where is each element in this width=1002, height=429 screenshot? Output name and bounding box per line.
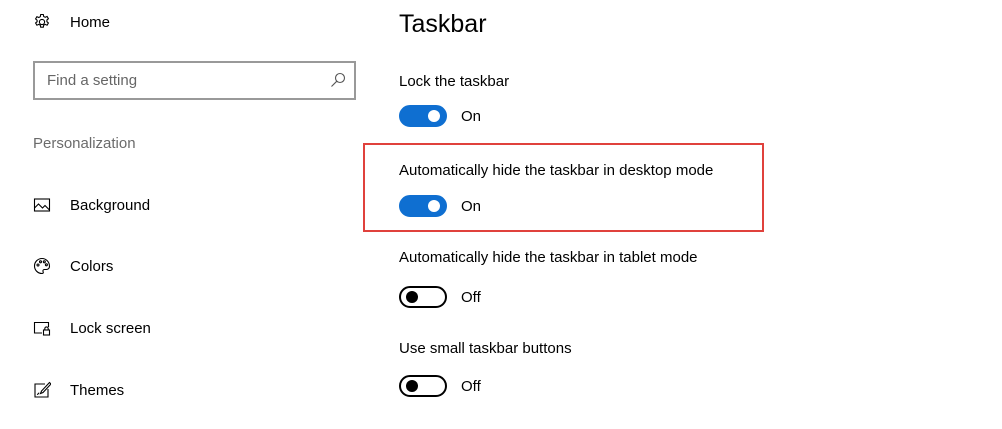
themes-icon	[34, 381, 51, 398]
page-title: Taskbar	[399, 10, 487, 38]
setting-label-lock-taskbar: Lock the taskbar	[399, 73, 510, 90]
search-box[interactable]	[33, 61, 356, 100]
setting-small-buttons: Off	[399, 374, 481, 398]
sidebar-item-label: Themes	[70, 381, 125, 399]
search-input[interactable]	[35, 63, 325, 98]
palette-icon	[34, 257, 51, 275]
toggle-knob	[406, 380, 418, 392]
picture-icon	[33, 198, 51, 212]
toggle-knob	[428, 200, 440, 212]
sidebar-item-themes[interactable]: Themes	[33, 378, 124, 402]
sidebar-item-label: Colors	[70, 257, 114, 275]
gear-icon	[34, 13, 50, 28]
section-label: Personalization	[33, 135, 136, 152]
sidebar-item-label: Background	[70, 196, 151, 214]
toggle-knob	[428, 110, 440, 122]
lock-screen-icon	[33, 321, 51, 336]
autohide-desktop-toggle[interactable]	[399, 195, 447, 217]
setting-lock-taskbar: On	[399, 104, 481, 128]
toggle-state-label: Off	[461, 288, 481, 306]
setting-label-autohide-desktop: Automatically hide the taskbar in deskto…	[399, 162, 714, 179]
setting-autohide-tablet: Off	[399, 285, 481, 309]
sidebar-item-background[interactable]: Background	[33, 193, 150, 217]
sidebar-item-label: Lock screen	[70, 319, 151, 337]
setting-autohide-desktop: On	[399, 194, 481, 218]
lock-taskbar-toggle[interactable]	[399, 105, 447, 127]
search-icon[interactable]	[330, 72, 346, 88]
setting-label-small-buttons: Use small taskbar buttons	[399, 340, 572, 357]
autohide-tablet-toggle[interactable]	[399, 286, 447, 308]
toggle-state-label: Off	[461, 377, 481, 395]
toggle-state-label: On	[461, 197, 482, 215]
setting-label-autohide-tablet: Automatically hide the taskbar in tablet…	[399, 249, 698, 266]
sidebar-item-lock-screen[interactable]: Lock screen	[33, 316, 151, 340]
home-label: Home	[70, 13, 111, 31]
sidebar-item-colors[interactable]: Colors	[33, 254, 113, 278]
toggle-knob	[406, 291, 418, 303]
highlight-box	[363, 143, 764, 232]
small-buttons-toggle[interactable]	[399, 375, 447, 397]
toggle-state-label: On	[461, 107, 482, 125]
home-nav-item[interactable]: Home	[33, 10, 110, 34]
